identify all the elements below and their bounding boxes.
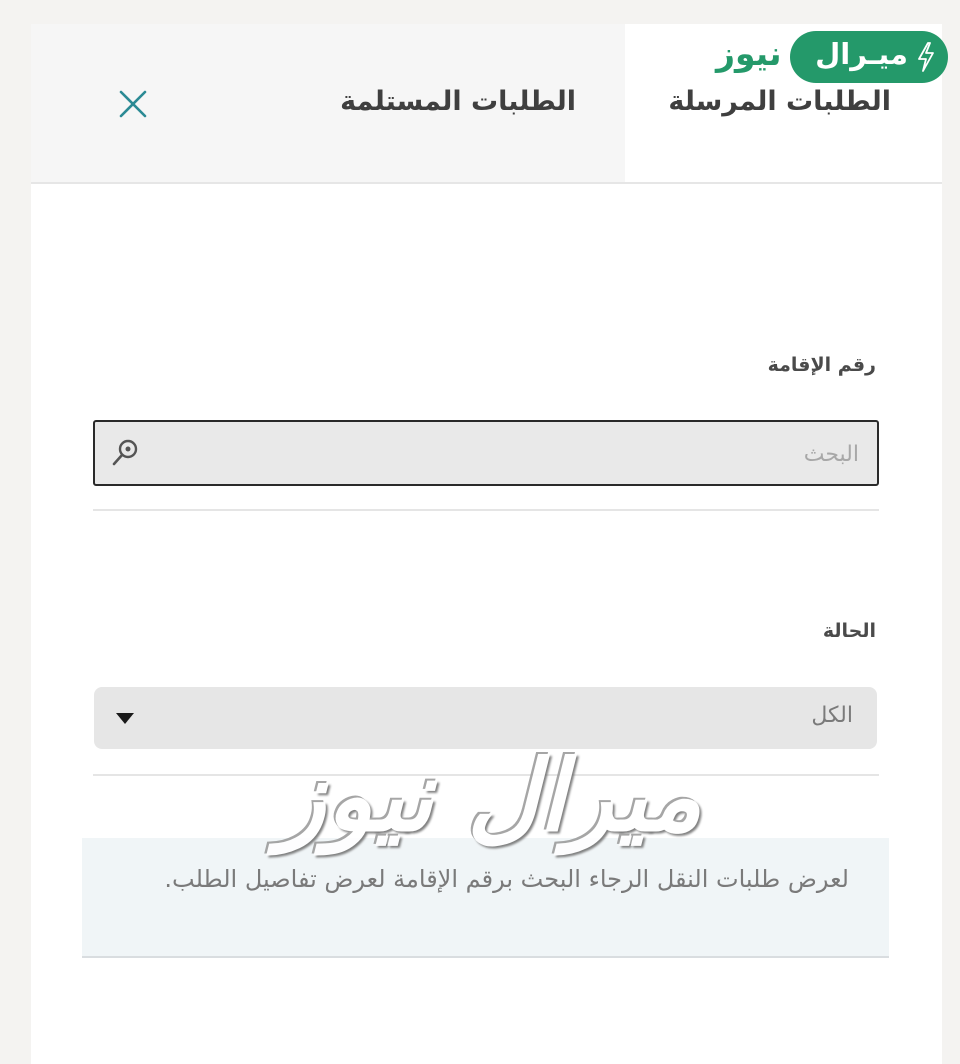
search-input[interactable]: [155, 422, 861, 486]
transfer-requests-panel: الطلبات المرسلة الطلبات المستلمة رقم الإ…: [31, 24, 942, 1064]
brand-pill: ميـرال: [790, 31, 948, 83]
divider: [93, 774, 879, 776]
divider: [93, 509, 879, 511]
brand-pill-text: ميـرال: [815, 37, 908, 71]
brand-word: نيوز: [716, 34, 782, 73]
status-label: الحالة: [822, 620, 876, 642]
chevron-down-icon: [116, 713, 134, 724]
iqama-number-label: رقم الإقامة: [767, 354, 876, 376]
search-icon[interactable]: [111, 438, 139, 468]
status-select[interactable]: الكل: [94, 687, 877, 749]
brand-logo: ميـرال نيوز: [716, 30, 948, 86]
close-icon[interactable]: [115, 86, 151, 122]
info-message: لعرض طلبات النقل الرجاء البحث برقم الإقا…: [164, 865, 849, 893]
tab-received-requests[interactable]: الطلبات المستلمة: [340, 86, 576, 117]
info-message-box: لعرض طلبات النقل الرجاء البحث برقم الإقا…: [82, 838, 889, 958]
iqama-search-field[interactable]: [93, 420, 879, 486]
tab-sent-label: الطلبات المرسلة: [668, 86, 891, 117]
bolt-icon: [918, 42, 934, 72]
status-selected-value: الكل: [811, 703, 853, 728]
